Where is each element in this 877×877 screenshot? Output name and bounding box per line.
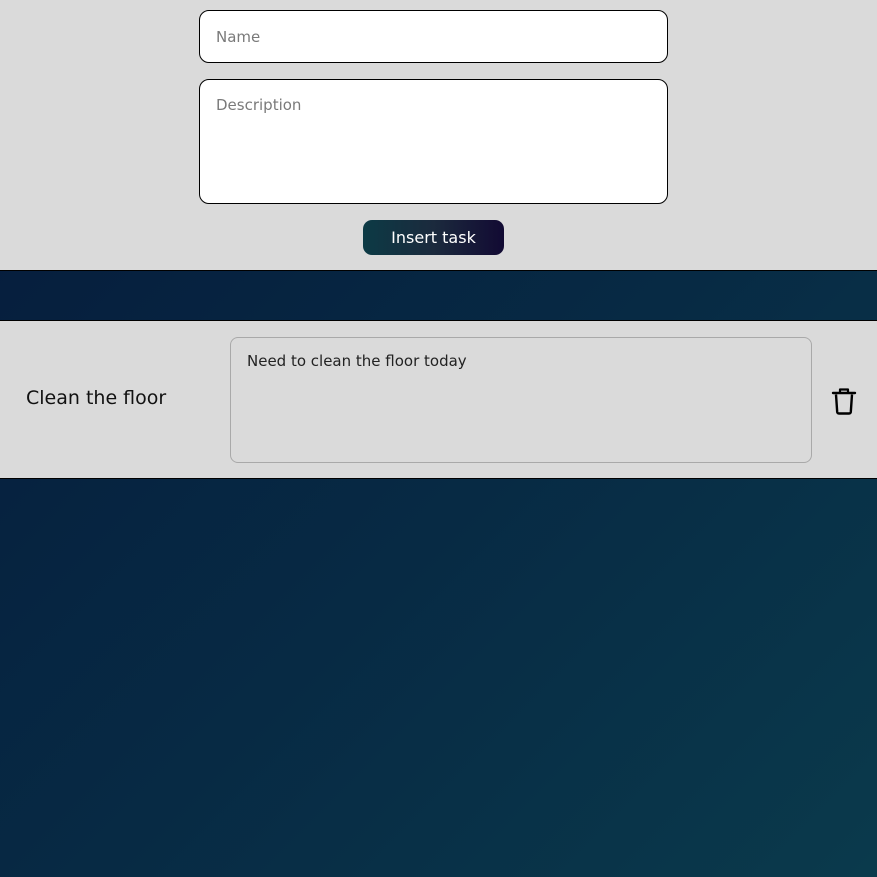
task-title: Clean the floor — [26, 387, 167, 409]
task-form: Insert task — [0, 0, 877, 271]
delete-task-button[interactable] — [828, 385, 860, 417]
description-input[interactable] — [199, 79, 668, 204]
task-item: Clean the floor Need to clean the floor … — [0, 320, 877, 479]
insert-task-button[interactable]: Insert task — [363, 220, 504, 255]
trash-icon — [831, 388, 857, 415]
task-description[interactable]: Need to clean the floor today — [230, 337, 812, 463]
name-input[interactable] — [199, 10, 668, 63]
